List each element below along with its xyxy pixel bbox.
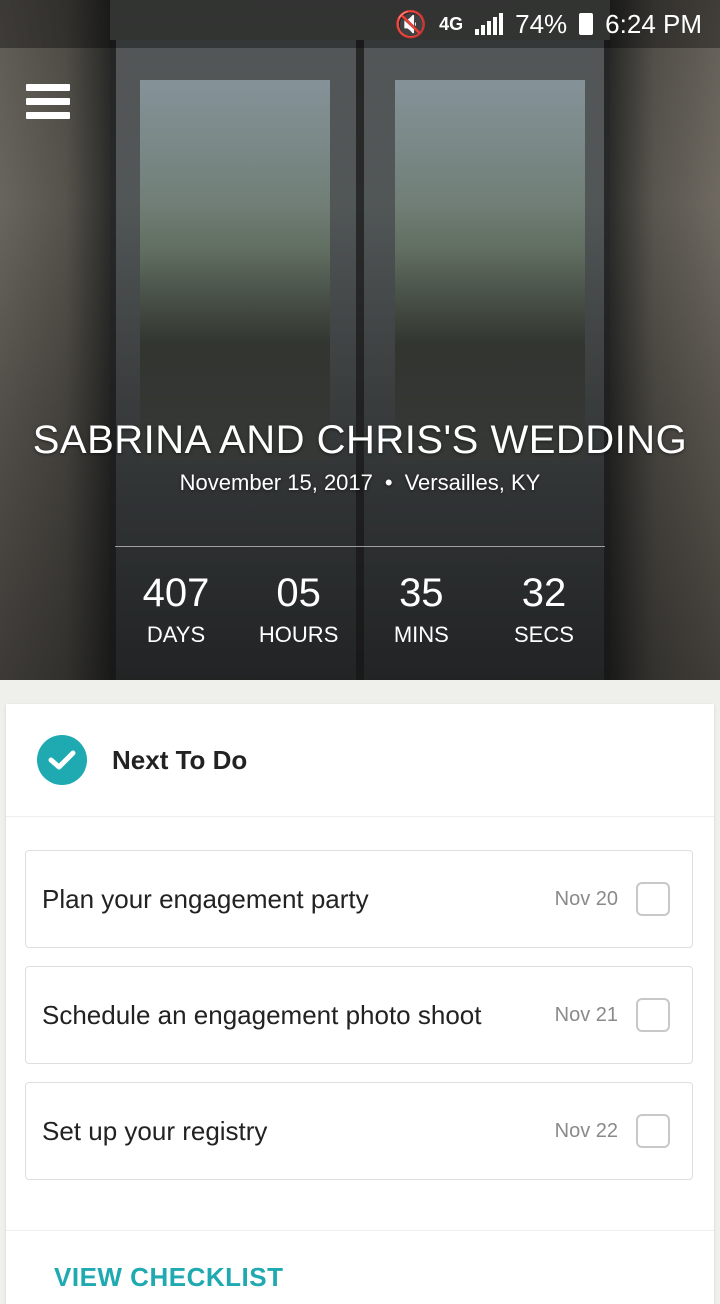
task-date: Nov 22 <box>554 1119 618 1142</box>
task-date: Nov 20 <box>554 887 618 910</box>
task-checkbox[interactable] <box>636 1114 670 1148</box>
hero-divider <box>115 546 605 547</box>
task-date: Nov 21 <box>554 1003 618 1026</box>
countdown-label: HOURS <box>258 622 339 647</box>
checkmark-circle-icon <box>37 735 87 785</box>
task-label: Plan your engagement party <box>42 883 369 914</box>
wedding-location: Versailles, KY <box>404 470 541 495</box>
countdown-hours: 05 HOURS <box>238 568 360 648</box>
countdown: 407 DAYS 05 HOURS 35 MINS 32 SECS <box>115 568 605 648</box>
countdown-value: 05 <box>276 571 321 615</box>
battery-icon <box>579 13 594 35</box>
wedding-date: November 15, 2017 <box>179 470 373 495</box>
status-bar: 🔇 4G 74% 6:24 PM <box>0 0 720 48</box>
next-todo-card: Next To Do Plan your engagement party No… <box>6 704 714 1304</box>
network-type: 4G <box>439 13 464 34</box>
countdown-label: DAYS <box>146 622 206 647</box>
countdown-value: 35 <box>399 571 444 615</box>
card-header: Next To Do <box>6 704 714 817</box>
countdown-value: 407 <box>142 571 210 615</box>
task-item[interactable]: Set up your registry Nov 22 <box>25 1082 693 1180</box>
wedding-title: SABRINA AND CHRIS'S WEDDING <box>32 418 688 462</box>
battery-percent: 74% <box>515 8 568 39</box>
wedding-details: November 15, 2017 • Versailles, KY <box>0 470 720 496</box>
countdown-secs: 32 SECS <box>483 568 605 648</box>
mute-icon: 🔇 <box>394 8 428 39</box>
separator-dot: • <box>384 470 393 495</box>
countdown-value: 32 <box>521 571 567 615</box>
countdown-days: 407 DAYS <box>115 568 237 648</box>
signal-icon <box>475 13 504 35</box>
task-item[interactable]: Plan your engagement party Nov 20 <box>25 850 693 948</box>
countdown-mins: 35 MINS <box>360 568 482 648</box>
card-divider <box>6 1230 714 1231</box>
hamburger-menu-icon[interactable] <box>26 84 70 124</box>
task-label: Schedule an engagement photo shoot <box>42 999 482 1030</box>
view-checklist-link[interactable]: VIEW CHECKLIST <box>54 1262 283 1293</box>
card-title: Next To Do <box>112 744 248 775</box>
task-label: Set up your registry <box>42 1115 268 1146</box>
countdown-label: MINS <box>393 622 449 647</box>
clock: 6:24 PM <box>605 8 702 39</box>
task-checkbox[interactable] <box>636 998 670 1032</box>
task-checkbox[interactable] <box>636 882 670 916</box>
countdown-label: SECS <box>514 622 574 647</box>
task-item[interactable]: Schedule an engagement photo shoot Nov 2… <box>25 966 693 1064</box>
